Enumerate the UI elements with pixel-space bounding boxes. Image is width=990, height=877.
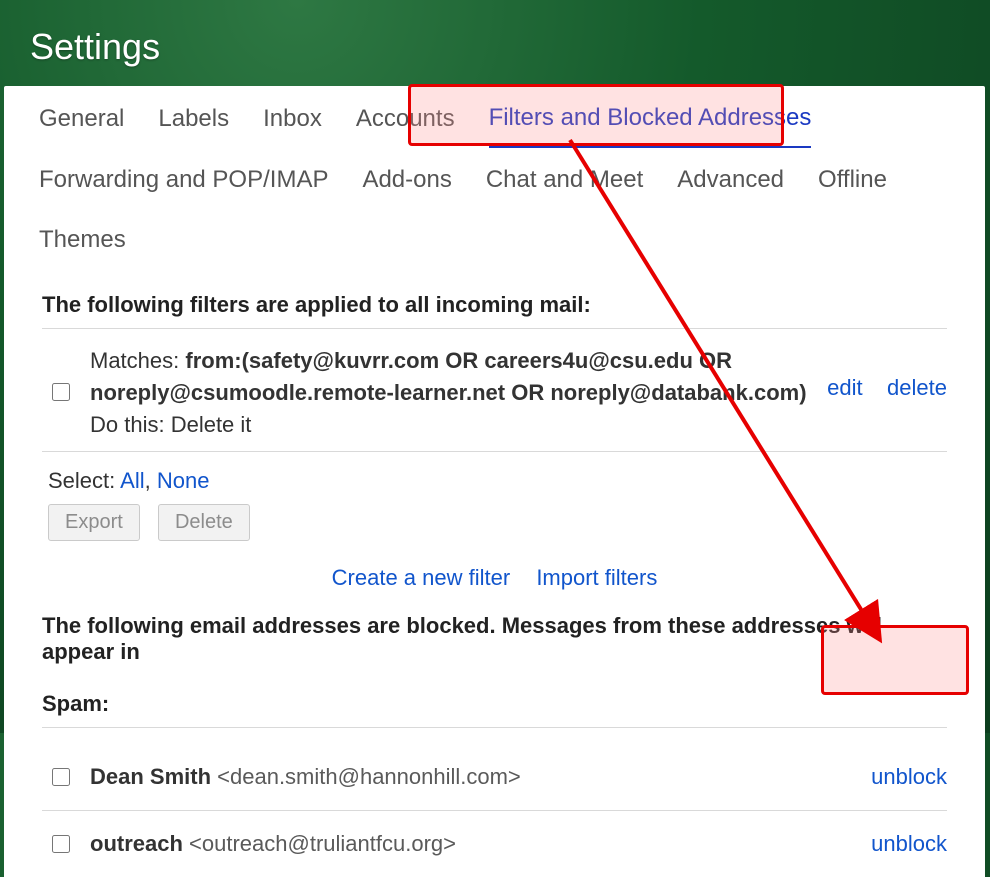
filter-edit-link[interactable]: edit bbox=[827, 375, 862, 400]
page-title: Settings bbox=[0, 0, 990, 86]
blocked-row: Dean Smith <dean.smith@hannonhill.com> u… bbox=[42, 744, 947, 810]
matches-value: from:(safety@kuvrr.com OR careers4u@csu.… bbox=[90, 348, 807, 405]
blocked-checkbox[interactable] bbox=[52, 835, 70, 853]
filter-delete-link[interactable]: delete bbox=[887, 375, 947, 400]
tab-themes[interactable]: Themes bbox=[39, 208, 126, 268]
select-none-link[interactable]: None bbox=[157, 468, 210, 493]
create-filter-link[interactable]: Create a new filter bbox=[332, 565, 511, 590]
tab-inbox[interactable]: Inbox bbox=[263, 87, 322, 147]
tab-chat-meet[interactable]: Chat and Meet bbox=[486, 148, 643, 208]
select-all-link[interactable]: All bbox=[120, 468, 144, 493]
filters-heading: The following filters are applied to all… bbox=[42, 292, 947, 318]
do-value: Delete it bbox=[171, 412, 252, 437]
tabs-bar: General Labels Inbox Accounts Filters an… bbox=[4, 86, 985, 268]
matches-label: Matches: bbox=[90, 348, 185, 373]
delete-button[interactable]: Delete bbox=[158, 504, 250, 541]
unblock-link[interactable]: unblock bbox=[871, 831, 947, 857]
blocked-name: outreach bbox=[90, 831, 183, 857]
tab-labels[interactable]: Labels bbox=[158, 87, 229, 147]
blocked-heading-line2: Spam: bbox=[42, 691, 109, 716]
unblock-link[interactable]: unblock bbox=[871, 764, 947, 790]
tab-accounts[interactable]: Accounts bbox=[356, 87, 455, 147]
settings-panel: General Labels Inbox Accounts Filters an… bbox=[4, 86, 985, 877]
blocked-checkbox[interactable] bbox=[52, 768, 70, 786]
tab-addons[interactable]: Add-ons bbox=[362, 148, 451, 208]
filter-row: Matches: from:(safety@kuvrr.com OR caree… bbox=[42, 345, 947, 441]
tab-advanced[interactable]: Advanced bbox=[677, 148, 784, 208]
blocked-email: <outreach@truliantfcu.org> bbox=[189, 831, 456, 857]
filter-checkbox[interactable] bbox=[52, 383, 70, 401]
tab-general[interactable]: General bbox=[39, 87, 124, 147]
export-button[interactable]: Export bbox=[48, 504, 140, 541]
blocked-row: outreach <outreach@truliantfcu.org> unbl… bbox=[42, 811, 947, 877]
blocked-name: Dean Smith bbox=[90, 764, 211, 790]
select-label: Select: bbox=[48, 468, 120, 493]
import-filters-link[interactable]: Import filters bbox=[536, 565, 657, 590]
do-label: Do this: bbox=[90, 412, 171, 437]
tab-offline[interactable]: Offline bbox=[818, 148, 887, 208]
tab-forwarding[interactable]: Forwarding and POP/IMAP bbox=[39, 148, 328, 208]
tab-filters-blocked[interactable]: Filters and Blocked Addresses bbox=[489, 86, 812, 148]
blocked-heading-line1: The following email addresses are blocke… bbox=[42, 613, 882, 664]
blocked-email: <dean.smith@hannonhill.com> bbox=[217, 764, 521, 790]
